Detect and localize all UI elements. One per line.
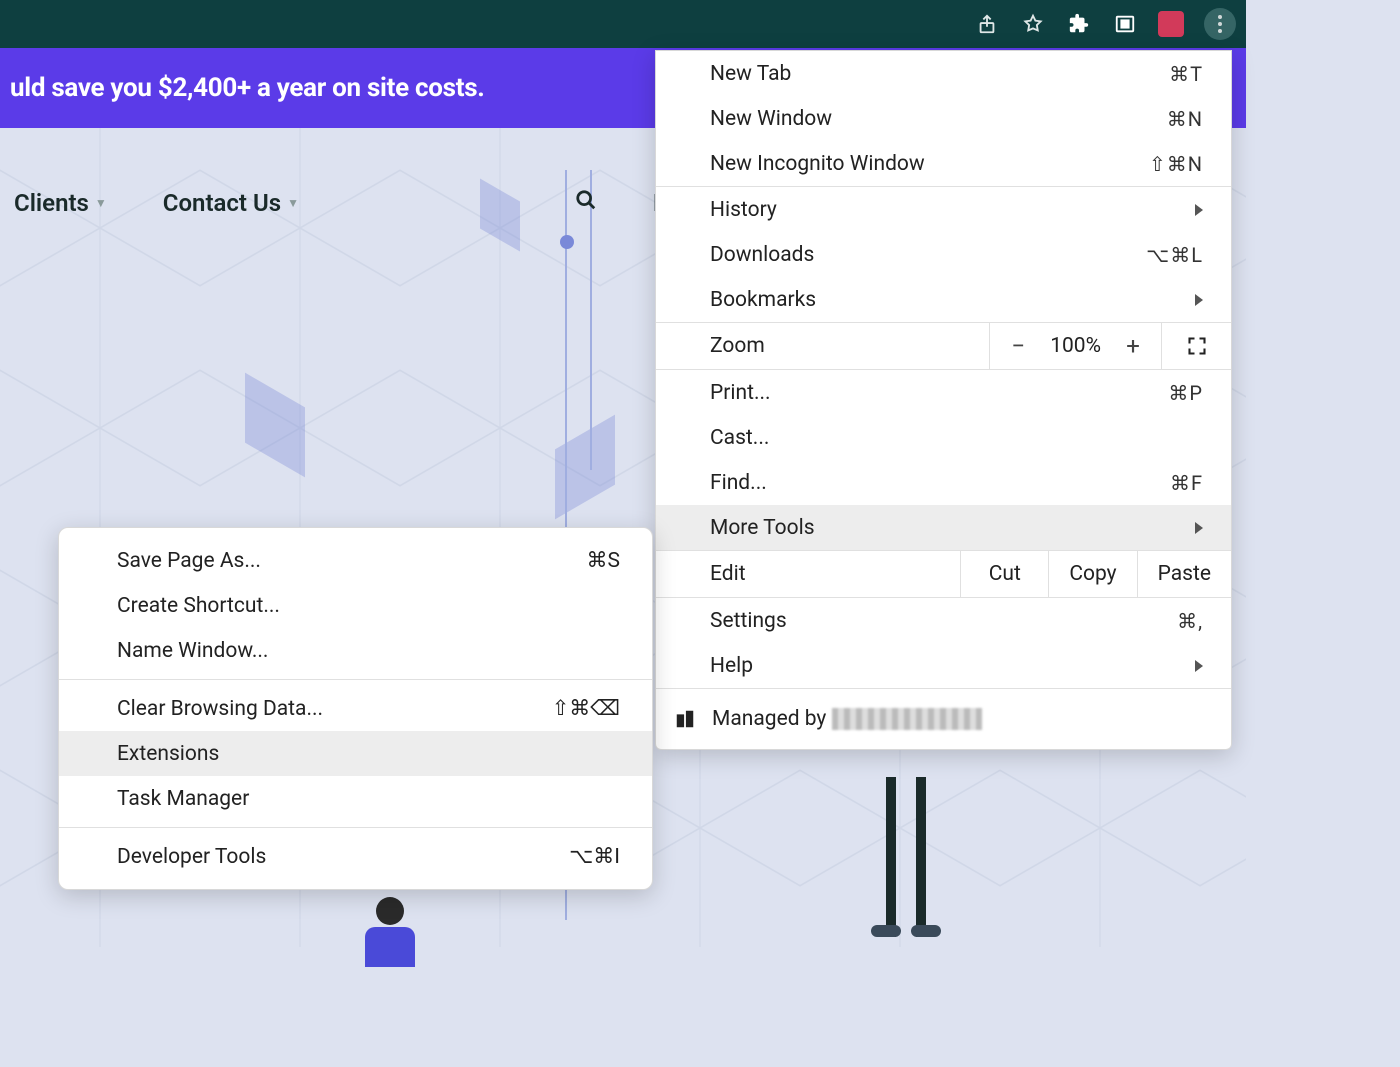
nav-contact[interactable]: Contact Us ▼ — [163, 189, 299, 217]
chevron-down-icon: ▼ — [95, 196, 107, 210]
menu-label: Save Page As... — [117, 549, 261, 573]
submenu-clear-browsing[interactable]: Clear Browsing Data... ⇧⌘⌫ — [59, 686, 652, 731]
menu-label: Task Manager — [117, 787, 249, 811]
share-icon[interactable] — [974, 11, 1000, 37]
menu-shortcut: ⌘N — [1167, 107, 1203, 131]
menu-shortcut: ⌥⌘L — [1146, 243, 1203, 267]
menu-print[interactable]: Print... ⌘P — [656, 370, 1231, 415]
menu-label: More Tools — [710, 516, 815, 540]
menu-separator — [59, 827, 652, 828]
menu-downloads[interactable]: Downloads ⌥⌘L — [656, 232, 1231, 277]
star-icon[interactable] — [1020, 11, 1046, 37]
menu-shortcut: ⌘P — [1168, 381, 1203, 405]
zoom-label: Zoom — [656, 334, 989, 358]
edit-cut-button[interactable]: Cut — [960, 551, 1048, 597]
menu-managed-by[interactable]: Managed by — [656, 688, 1231, 749]
menu-help[interactable]: Help — [656, 643, 1231, 688]
nav-label: Clients — [14, 189, 89, 217]
menu-cast[interactable]: Cast... — [656, 415, 1231, 460]
submenu-extensions[interactable]: Extensions — [59, 731, 652, 776]
chevron-right-icon — [1195, 294, 1203, 306]
menu-label: Print... — [710, 381, 771, 405]
menu-label: New Window — [710, 107, 832, 131]
menu-shortcut: ⌥⌘I — [569, 844, 620, 869]
menu-label: Developer Tools — [117, 845, 266, 869]
zoom-value: 100% — [1050, 334, 1101, 358]
menu-label: Extensions — [117, 742, 219, 766]
chevron-down-icon: ▼ — [287, 196, 299, 210]
menu-label: New Incognito Window — [710, 152, 925, 176]
zoom-in-button[interactable]: + — [1123, 332, 1143, 360]
managed-label: Managed by — [712, 707, 826, 731]
menu-separator — [59, 679, 652, 680]
menu-label: Cast... — [710, 426, 769, 450]
decor-shape — [245, 373, 305, 478]
illustration-person — [355, 897, 425, 977]
chevron-right-icon — [1195, 204, 1203, 216]
menu-shortcut: ⇧⌘⌫ — [552, 696, 620, 721]
menu-find[interactable]: Find... ⌘F — [656, 460, 1231, 505]
chrome-main-menu: New Tab ⌘T New Window ⌘N New Incognito W… — [655, 50, 1232, 750]
menu-new-incognito[interactable]: New Incognito Window ⇧⌘N — [656, 141, 1231, 186]
menu-more-tools[interactable]: More Tools — [656, 505, 1231, 550]
menu-label: New Tab — [710, 62, 791, 86]
menu-new-window[interactable]: New Window ⌘N — [656, 96, 1231, 141]
menu-shortcut: ⌘F — [1170, 471, 1203, 495]
more-tools-submenu: Save Page As... ⌘S Create Shortcut... Na… — [58, 527, 653, 890]
menu-shortcut: ⌘S — [587, 548, 620, 573]
edit-label: Edit — [656, 562, 960, 586]
menu-label: Settings — [710, 609, 787, 633]
profile-avatar[interactable] — [1158, 11, 1184, 37]
submenu-developer-tools[interactable]: Developer Tools ⌥⌘I — [59, 834, 652, 879]
menu-edit: Edit Cut Copy Paste — [656, 550, 1231, 598]
banner-text: uld save you $2,400+ a year on site cost… — [10, 73, 485, 103]
menu-label: Help — [710, 654, 753, 678]
submenu-save-page[interactable]: Save Page As... ⌘S — [59, 538, 652, 583]
fullscreen-button[interactable] — [1161, 323, 1231, 369]
menu-label: Find... — [710, 471, 767, 495]
menu-settings[interactable]: Settings ⌘, — [656, 598, 1231, 643]
submenu-create-shortcut[interactable]: Create Shortcut... — [59, 583, 652, 628]
managed-org-blurred — [832, 708, 982, 730]
menu-label: History — [710, 198, 777, 222]
menu-new-tab[interactable]: New Tab ⌘T — [656, 51, 1231, 96]
menu-zoom: Zoom − 100% + — [656, 322, 1231, 370]
illustration-person — [866, 717, 946, 937]
panel-icon[interactable] — [1112, 11, 1138, 37]
menu-label: Downloads — [710, 243, 814, 267]
menu-shortcut: ⇧⌘N — [1149, 152, 1203, 176]
edit-copy-button[interactable]: Copy — [1048, 551, 1136, 597]
menu-shortcut: ⌘T — [1169, 62, 1203, 86]
menu-shortcut: ⌘, — [1177, 609, 1203, 633]
menu-history[interactable]: History — [656, 187, 1231, 232]
search-icon[interactable] — [575, 189, 597, 217]
menu-bookmarks[interactable]: Bookmarks — [656, 277, 1231, 322]
menu-label: Clear Browsing Data... — [117, 697, 323, 721]
chevron-right-icon — [1195, 522, 1203, 534]
browser-toolbar — [0, 0, 1246, 48]
decor-shape — [555, 415, 615, 520]
submenu-task-manager[interactable]: Task Manager — [59, 776, 652, 821]
nav-clients[interactable]: Clients ▼ — [14, 189, 107, 217]
chevron-right-icon — [1195, 660, 1203, 672]
building-icon — [674, 708, 696, 730]
extensions-icon[interactable] — [1066, 11, 1092, 37]
submenu-name-window[interactable]: Name Window... — [59, 628, 652, 673]
edit-paste-button[interactable]: Paste — [1137, 551, 1231, 597]
nav-label: Contact Us — [163, 189, 281, 217]
menu-label: Bookmarks — [710, 288, 816, 312]
zoom-out-button[interactable]: − — [1008, 332, 1028, 360]
chrome-menu-button[interactable] — [1204, 8, 1236, 40]
menu-label: Name Window... — [117, 639, 268, 663]
menu-label: Create Shortcut... — [117, 594, 280, 618]
